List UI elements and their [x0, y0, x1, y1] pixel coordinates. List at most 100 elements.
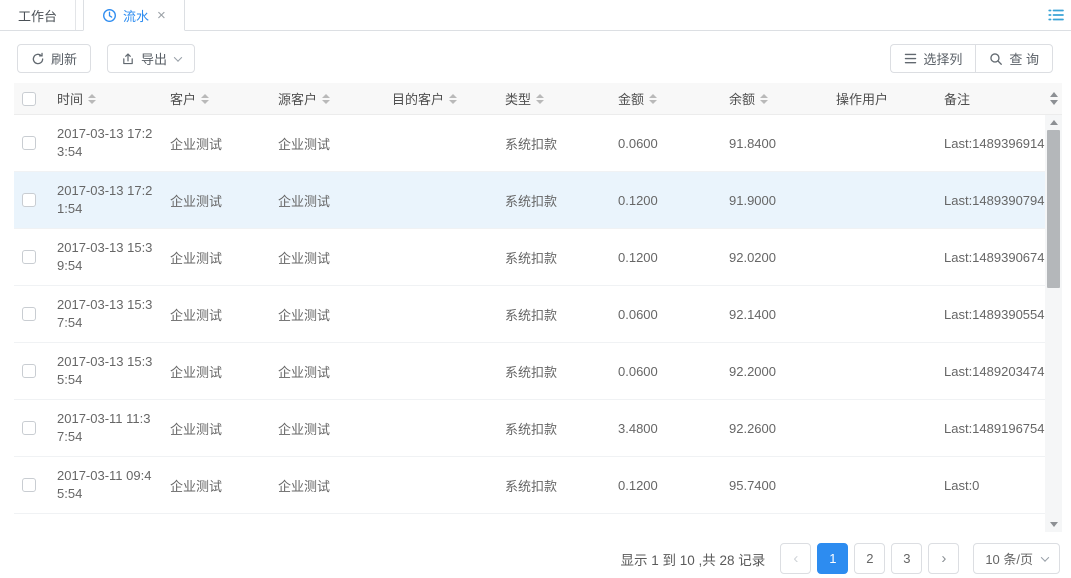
- row-checkbox[interactable]: [22, 307, 36, 321]
- cell-balance: 91.9000: [721, 193, 828, 208]
- table-header: 时间 客户 源客户 目的客户 类: [14, 83, 1062, 115]
- pagination-bar: 显示 1 到 10 ,共 28 记录 ‹ 1 2 3 › 10 条/页: [0, 543, 1060, 574]
- cell-time: 2017-03-13 17:23:54: [49, 125, 162, 161]
- table-row[interactable]: 2017-03-13 15:35:54 企业测试 企业测试 系统扣款 0.060…: [14, 343, 1045, 400]
- sort-icon[interactable]: [322, 94, 330, 104]
- export-label: 导出: [141, 49, 167, 68]
- table-row[interactable]: 2017-03-11 09:45:54 企业测试 企业测试 系统扣款 0.120…: [14, 457, 1045, 514]
- export-icon: [121, 52, 135, 66]
- scroll-down-button[interactable]: [1045, 517, 1062, 532]
- scroll-up-button[interactable]: [1045, 115, 1062, 130]
- tab-workbench[interactable]: 工作台: [0, 0, 76, 30]
- cell-time: 2017-03-11 09:45:54: [49, 467, 162, 503]
- prev-page-button[interactable]: ‹: [780, 543, 811, 574]
- column-header-label: 目的客户: [392, 89, 444, 108]
- cell-time: 2017-03-13 17:21:54: [49, 182, 162, 218]
- row-checkbox[interactable]: [22, 193, 36, 207]
- row-checkbox[interactable]: [22, 250, 36, 264]
- column-header[interactable]: 操作用户: [828, 89, 936, 108]
- table-row[interactable]: 2017-03-13 15:37:54 企业测试 企业测试 系统扣款 0.060…: [14, 286, 1045, 343]
- page-number-button[interactable]: 3: [891, 543, 922, 574]
- list-menu-icon[interactable]: [1048, 8, 1064, 22]
- sort-icon[interactable]: [760, 94, 768, 104]
- tab-flow[interactable]: 流水 ×: [83, 0, 185, 31]
- cell-balance: 92.1400: [721, 307, 828, 322]
- column-header[interactable]: 时间: [49, 89, 162, 108]
- select-columns-button[interactable]: 选择列: [890, 44, 975, 73]
- sort-icon[interactable]: [201, 94, 209, 104]
- cell-customer: 企业测试: [162, 248, 270, 267]
- cell-source-customer: 企业测试: [270, 305, 384, 324]
- cell-source-customer: 企业测试: [270, 362, 384, 381]
- column-header-label: 客户: [170, 89, 196, 108]
- cell-time: 2017-03-13 15:37:54: [49, 296, 162, 332]
- table-row[interactable]: 2017-03-11 11:37:54 企业测试 企业测试 系统扣款 3.480…: [14, 400, 1045, 457]
- cell-remark: Last:1489203474: [936, 364, 1045, 379]
- cell-type: 系统扣款: [497, 191, 610, 210]
- column-header[interactable]: 目的客户: [384, 89, 497, 108]
- row-checkbox[interactable]: [22, 478, 36, 492]
- sort-icon[interactable]: [449, 94, 457, 104]
- cell-customer: 企业测试: [162, 305, 270, 324]
- cell-balance: 95.7400: [721, 478, 828, 493]
- page-size-select[interactable]: 10 条/页: [973, 543, 1060, 574]
- row-checkbox-cell: [14, 136, 49, 150]
- sort-icon[interactable]: [88, 94, 96, 104]
- scroll-down-icon: [1050, 100, 1058, 105]
- column-header-label: 类型: [505, 89, 531, 108]
- cell-amount: 0.1200: [610, 250, 721, 265]
- transactions-table: 时间 客户 源客户 目的客户 类: [14, 83, 1062, 532]
- cell-amount: 0.1200: [610, 193, 721, 208]
- export-button[interactable]: 导出: [107, 44, 195, 73]
- column-header-label: 时间: [57, 89, 83, 108]
- select-all-checkbox[interactable]: [22, 92, 36, 106]
- close-icon[interactable]: ×: [157, 8, 166, 23]
- refresh-button[interactable]: 刷新: [17, 44, 91, 73]
- scrollbar-thumb[interactable]: [1047, 130, 1060, 288]
- column-header[interactable]: 金额: [610, 89, 721, 108]
- cell-remark: Last:0: [936, 478, 1045, 493]
- cell-time: 2017-03-13 15:35:54: [49, 353, 162, 389]
- cell-source-customer: 企业测试: [270, 419, 384, 438]
- tab-flow-label: 流水: [123, 6, 149, 25]
- column-header[interactable]: 备注: [936, 89, 1045, 108]
- sort-icon[interactable]: [649, 94, 657, 104]
- table-actions-group: 选择列 查 询: [890, 44, 1053, 73]
- page-number-button[interactable]: 2: [854, 543, 885, 574]
- column-header[interactable]: 余额: [721, 89, 828, 108]
- cell-source-customer: 企业测试: [270, 134, 384, 153]
- table-row[interactable]: 2017-03-13 17:23:54 企业测试 企业测试 系统扣款 0.060…: [14, 115, 1045, 172]
- column-header[interactable]: 客户: [162, 89, 270, 108]
- column-header[interactable]: 类型: [497, 89, 610, 108]
- table-row[interactable]: 2017-03-13 17:21:54 企业测试 企业测试 系统扣款 0.120…: [14, 172, 1045, 229]
- row-checkbox[interactable]: [22, 136, 36, 150]
- page-size-label: 10 条/页: [985, 549, 1033, 568]
- tab-bar: 工作台 流水 ×: [0, 0, 1071, 31]
- search-icon: [989, 52, 1003, 66]
- vertical-scrollbar[interactable]: [1045, 115, 1062, 532]
- next-page-button[interactable]: ›: [928, 543, 959, 574]
- refresh-icon: [31, 52, 45, 66]
- header-scrollbar-stub: [1045, 83, 1062, 115]
- refresh-label: 刷新: [51, 49, 77, 68]
- table-body: 2017-03-13 17:23:54 企业测试 企业测试 系统扣款 0.060…: [14, 115, 1062, 532]
- cell-customer: 企业测试: [162, 134, 270, 153]
- cell-type: 系统扣款: [497, 419, 610, 438]
- cell-type: 系统扣款: [497, 476, 610, 495]
- cell-remark: Last:1489396914: [936, 136, 1045, 151]
- toolbar: 刷新 导出 选择列: [17, 44, 1053, 73]
- page-number-button[interactable]: 1: [817, 543, 848, 574]
- row-checkbox[interactable]: [22, 364, 36, 378]
- row-checkbox[interactable]: [22, 421, 36, 435]
- sort-icon[interactable]: [536, 94, 544, 104]
- cell-customer: 企业测试: [162, 362, 270, 381]
- table-row[interactable]: 2017-03-13 15:39:54 企业测试 企业测试 系统扣款 0.120…: [14, 229, 1045, 286]
- row-checkbox-cell: [14, 421, 49, 435]
- cell-customer: 企业测试: [162, 191, 270, 210]
- column-header-label: 源客户: [278, 89, 317, 108]
- search-button[interactable]: 查 询: [975, 44, 1053, 73]
- row-checkbox-cell: [14, 364, 49, 378]
- column-header-label: 金额: [618, 89, 644, 108]
- cell-amount: 0.1200: [610, 478, 721, 493]
- column-header[interactable]: 源客户: [270, 89, 384, 108]
